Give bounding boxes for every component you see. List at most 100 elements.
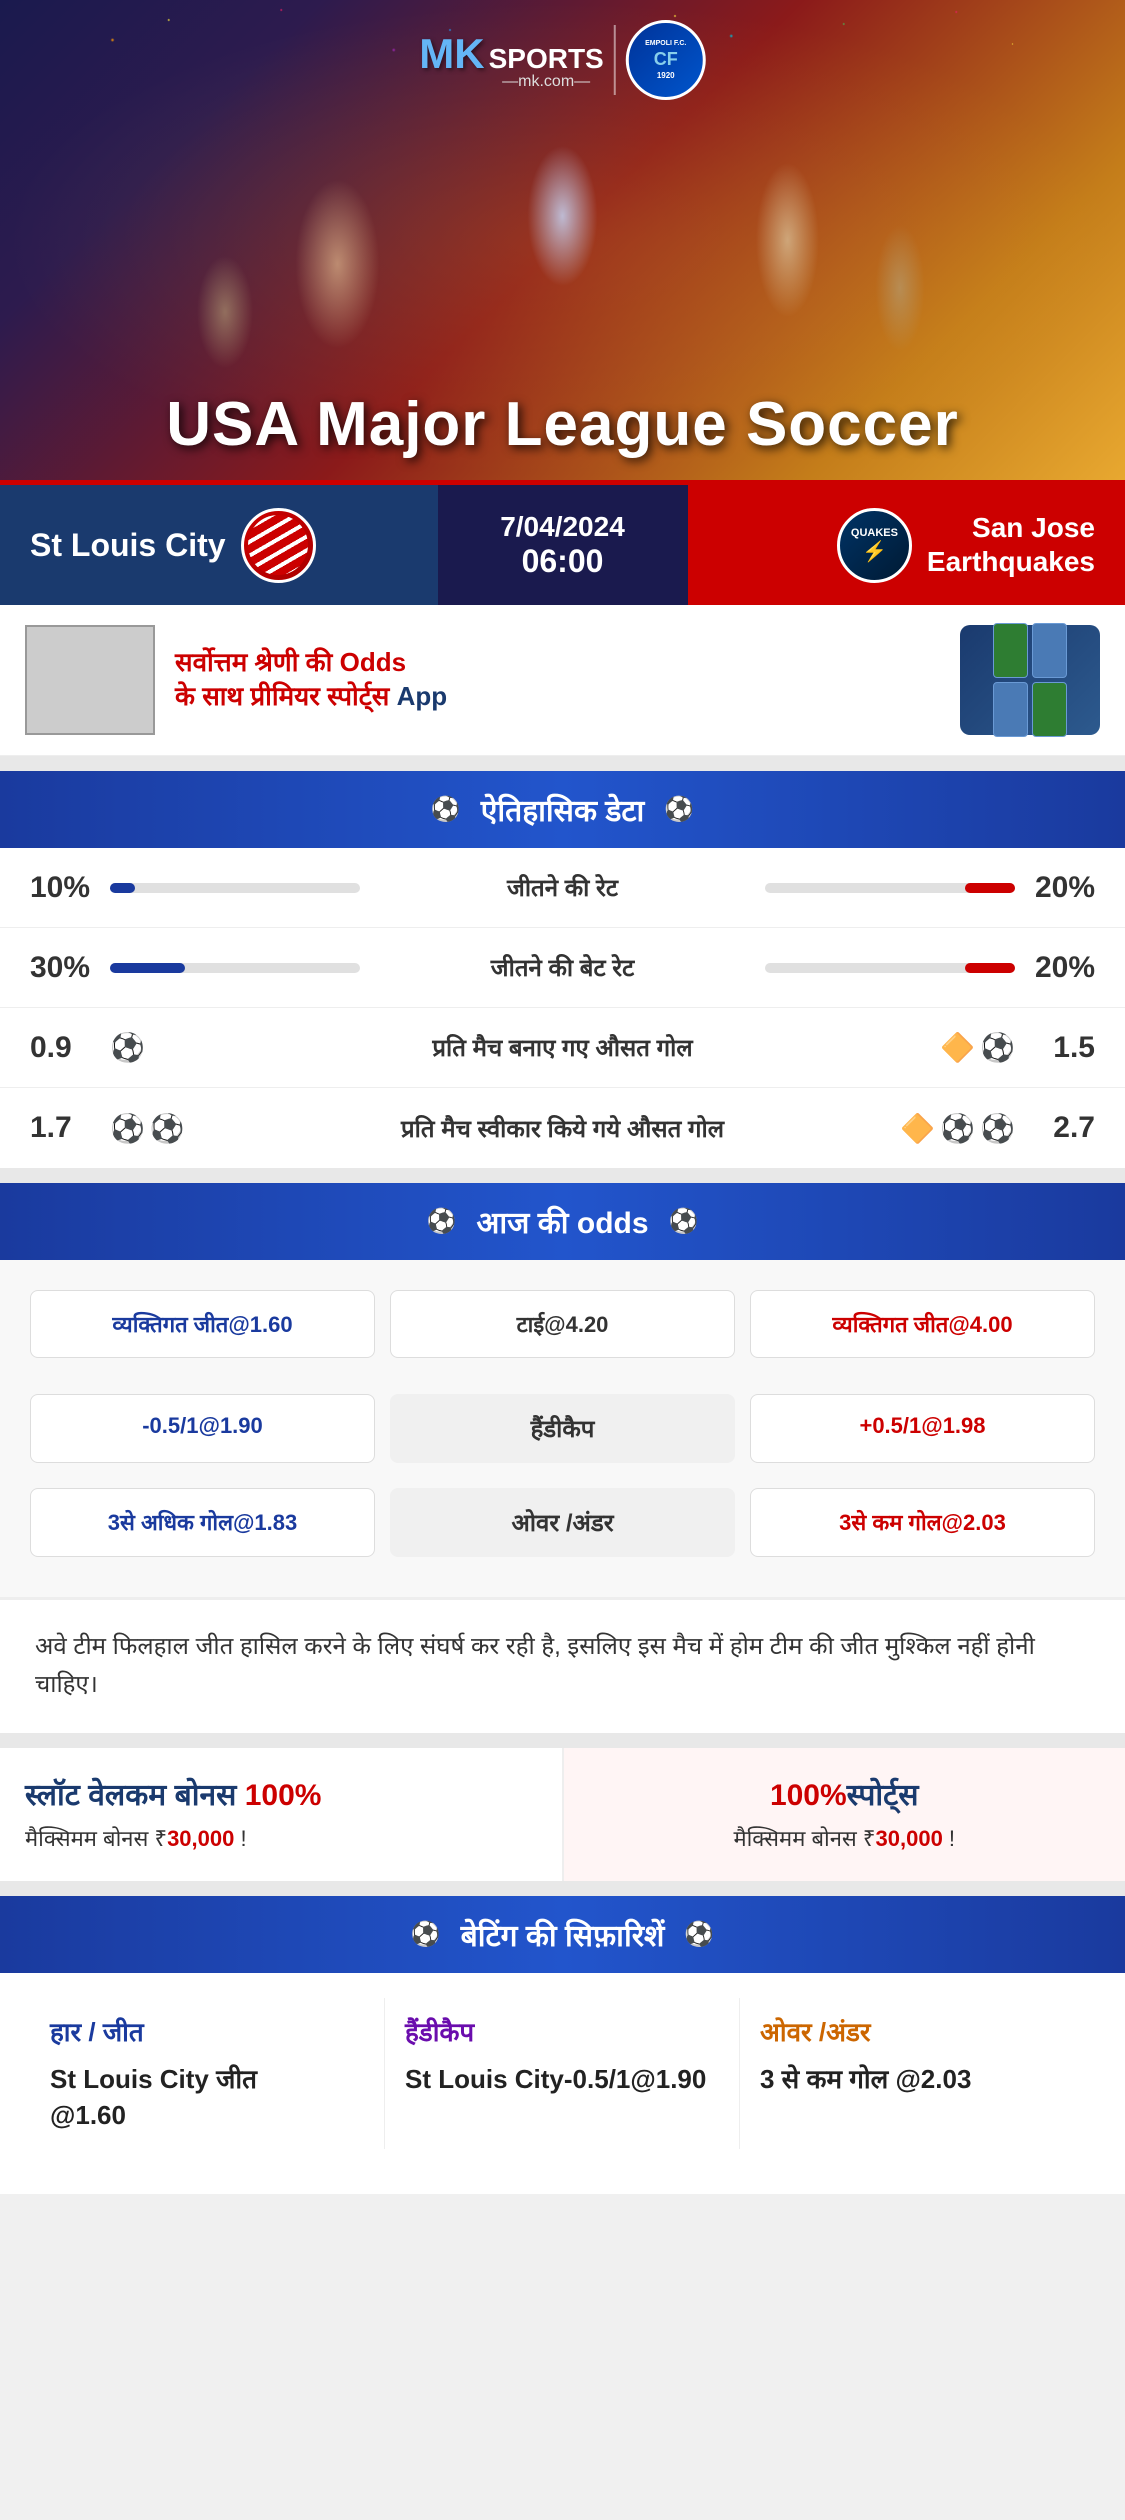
away-team-badge: QUAKES ⚡ (837, 508, 912, 583)
rec-header-1: हार / जीत (50, 2013, 364, 2049)
stat-label-3: प्रति मैच बनाए गए औसत गोल (190, 1031, 935, 1064)
team-home: St Louis City (0, 485, 438, 605)
rec-value-3: 3 से कम गोल @2.03 (760, 2061, 1075, 2097)
stat-row-goals-scored: 0.9 ⚽ प्रति मैच बनाए गए औसत गोल 🔶 ⚽ 1.5 (0, 1008, 1125, 1088)
phone-mini-4 (1032, 682, 1067, 737)
promo-phones (960, 625, 1100, 735)
home-team-badge (241, 508, 316, 583)
stat-label-2: जीतने की बेट रेट (390, 951, 735, 984)
analysis-box: अवे टीम फिलहाल जीत हासिल करने के लिए संघ… (0, 1597, 1125, 1733)
stat-right-value-3: 1.5 (1015, 1031, 1095, 1065)
mk-text: MK (419, 30, 484, 78)
soccer-ball-icon-odds-left: ⚽ (427, 1207, 457, 1236)
stat-fill-right-2 (965, 963, 1015, 973)
recommend-col-2: हैंडीकैप St Louis City-0.5/1@1.90 (385, 1998, 740, 2149)
stat-fill-right-1 (965, 883, 1015, 893)
stat-row-bet-rate: 30% जीतने की बेट रेट 20% (0, 928, 1125, 1008)
stat-icons-right-3: 🔶 ⚽ (935, 1031, 1015, 1064)
rec-value-2: St Louis City-0.5/1@1.90 (405, 2061, 719, 2097)
odds-btn-under[interactable]: 3से कम गोल@2.03 (750, 1488, 1095, 1557)
ball-icon-right-4-2: ⚽ (940, 1112, 975, 1145)
odds-container: व्यक्तिगत जीत@1.60 टाई@4.20 व्यक्तिगत जी… (0, 1260, 1125, 1597)
soccer-ball-icon-rec-right: ⚽ (684, 1920, 714, 1949)
stat-bar-right-1 (765, 883, 1015, 893)
phone-mini-2 (1032, 623, 1067, 678)
stat-icons-left-3: ⚽ (110, 1031, 190, 1064)
soccer-ball-icon-right: ⚽ (664, 795, 694, 824)
away-team-name: San Jose Earthquakes (927, 511, 1095, 578)
odds-btn-over[interactable]: 3से अधिक गोल@1.83 (30, 1488, 375, 1557)
recommend-col-1: हार / जीत St Louis City जीत@1.60 (30, 1998, 385, 2149)
phone-mini-3 (993, 682, 1028, 737)
soccer-ball-icon-left: ⚽ (431, 795, 461, 824)
ball-icon-right-4-1: 🔶 (900, 1112, 935, 1145)
analysis-text: अवे टीम फिलहाल जीत हासिल करने के लिए संघ… (35, 1628, 1090, 1705)
recommendations-section-header: ⚽ बेटिंग की सिफ़ारिशें ⚽ (0, 1896, 1125, 1973)
ball-icon-right-3-2: ⚽ (980, 1031, 1015, 1064)
handicap-label-row (30, 1373, 1095, 1389)
soccer-ball-icon-rec-left: ⚽ (411, 1920, 441, 1949)
stat-row-goals-conceded: 1.7 ⚽ ⚽ प्रति मैच स्वीकार किये गये औसत ग… (0, 1088, 1125, 1168)
match-header: St Louis City 7/04/2024 06:00 QUAKES ⚡ S… (0, 485, 1125, 605)
match-center: 7/04/2024 06:00 (438, 485, 688, 605)
hero-text-container: USA Major League Soccer (0, 389, 1125, 460)
section-gap-1 (0, 756, 1125, 771)
stat-left-value-1: 10% (30, 871, 110, 905)
odds-btn-handicap-away[interactable]: +0.5/1@1.98 (750, 1394, 1095, 1463)
bonus-card-slots[interactable]: स्लॉट वेलकम बोनस 100% मैक्सिमम बोनस ₹30,… (0, 1748, 564, 1881)
stat-bar-left-1 (110, 883, 360, 893)
odds-type-ou: ओवर /अंडर (390, 1488, 735, 1557)
promo-banner[interactable]: सर्वोत्तम श्रेणी की Odds के साथ प्रीमियर… (0, 605, 1125, 756)
odds-grid-1: व्यक्तिगत जीत@1.60 टाई@4.20 व्यक्तिगत जी… (30, 1290, 1095, 1358)
odds-type-handicap: हैंडीकैप (390, 1394, 735, 1463)
recommend-grid: हार / जीत St Louis City जीत@1.60 हैंडीकै… (0, 1973, 1125, 2174)
soccer-ball-icon-odds-right: ⚽ (669, 1207, 699, 1236)
stat-label-4: प्रति मैच स्वीकार किये गये औसत गोल (190, 1112, 935, 1145)
odds-section-header: ⚽ आज की odds ⚽ (0, 1183, 1125, 1260)
stl-logo (248, 515, 308, 575)
hero-banner: MK SPORTS —mk.com— EMPOLI F.C. CF 1920 U… (0, 0, 1125, 480)
odds-btn-tie[interactable]: टाई@4.20 (390, 1290, 735, 1358)
mksports-logo: MK SPORTS —mk.com— EMPOLI F.C. CF 1920 (419, 20, 705, 100)
ball-icon-right-4-3: ⚽ (980, 1112, 1015, 1145)
stat-bar-right-2 (765, 963, 1015, 973)
bonus-card-sports[interactable]: 100%स्पोर्ट्स मैक्सिमम बोनस ₹30,000 ! (564, 1748, 1125, 1881)
logo-divider (614, 25, 616, 95)
home-team-name: St Louis City (30, 527, 226, 564)
stat-bar-left-2 (110, 963, 360, 973)
odds-grid-3: 3से अधिक गोल@1.83 ओवर /अंडर 3से कम गोल@2… (30, 1488, 1095, 1557)
phone-grid (993, 623, 1067, 737)
stat-right-value-4: 2.7 (1015, 1111, 1095, 1145)
section-gap-3 (0, 1733, 1125, 1748)
odds-grid-2: -0.5/1@1.90 हैंडीकैप +0.5/1@1.98 (30, 1394, 1095, 1463)
stl-stripes (248, 515, 308, 575)
rec-value-1: St Louis City जीत@1.60 (50, 2061, 364, 2134)
odds-btn-home-win[interactable]: व्यक्तिगत जीत@1.60 (30, 1290, 375, 1358)
match-date: 7/04/2024 (500, 511, 625, 543)
recommendations-section-title: बेटिंग की सिफ़ारिशें (461, 1914, 665, 1955)
sports-text-block: SPORTS —mk.com— (489, 45, 604, 91)
quakes-label: QUAKES (851, 527, 898, 539)
recommend-col-3: ओवर /अंडर 3 से कम गोल @2.03 (740, 1998, 1095, 2149)
bonus-title-sports: 100%स्पोर्ट्स (589, 1776, 1101, 1815)
stat-left-value-3: 0.9 (30, 1031, 110, 1065)
rec-header-3: ओवर /अंडर (760, 2013, 1075, 2049)
ball-icon-left-4-1: ⚽ (110, 1112, 145, 1145)
odds-btn-away-win[interactable]: व्यक्तिगत जीत@4.00 (750, 1290, 1095, 1358)
stat-label-1: जीतने की रेट (390, 871, 735, 904)
stat-fill-left-1 (110, 883, 135, 893)
recommend-section: हार / जीत St Louis City जीत@1.60 हैंडीकै… (0, 1973, 1125, 2194)
historical-section-title: ऐतिहासिक डेटा (481, 789, 645, 830)
bonus-sub-sports: मैक्सिमम बोनस ₹30,000 ! (589, 1823, 1101, 1853)
rec-header-2: हैंडीकैप (405, 2013, 719, 2049)
mk-brand: MK SPORTS —mk.com— (419, 30, 603, 91)
bonus-section[interactable]: स्लॉट वेलकम बोनस 100% मैक्सिमम बोनस ₹30,… (0, 1748, 1125, 1881)
stats-container: 10% जीतने की रेट 20% 30% जीतने की बेट रे… (0, 848, 1125, 1168)
odds-btn-handicap-home[interactable]: -0.5/1@1.90 (30, 1394, 375, 1463)
stat-row-win-rate: 10% जीतने की रेट 20% (0, 848, 1125, 928)
phone-mini-1 (993, 623, 1028, 678)
historical-section-header: ⚽ ऐतिहासिक डेटा ⚽ (0, 771, 1125, 848)
team-away: QUAKES ⚡ San Jose Earthquakes (688, 485, 1125, 605)
section-gap-2 (0, 1168, 1125, 1183)
hero-title: USA Major League Soccer (0, 389, 1125, 460)
